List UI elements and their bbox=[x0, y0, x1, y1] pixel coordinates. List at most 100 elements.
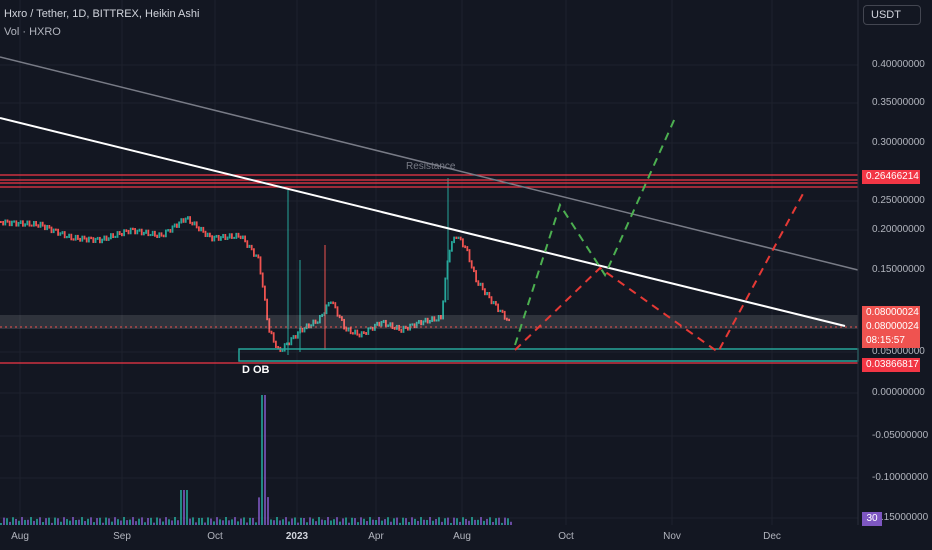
candle bbox=[72, 238, 75, 241]
volume-bar bbox=[0, 523, 2, 525]
candle bbox=[165, 229, 167, 238]
candle bbox=[125, 229, 128, 232]
candle bbox=[19, 220, 22, 224]
volume-bar bbox=[153, 522, 155, 525]
candle bbox=[41, 221, 44, 227]
candle bbox=[52, 228, 55, 234]
candle bbox=[354, 329, 356, 335]
candle bbox=[242, 235, 244, 240]
volume-bar bbox=[45, 518, 47, 525]
candle bbox=[270, 330, 273, 335]
volume-bar bbox=[297, 522, 299, 525]
candle bbox=[2, 221, 4, 226]
main-trendline[interactable] bbox=[0, 117, 846, 327]
volume-bar bbox=[339, 521, 341, 525]
volume-bar bbox=[264, 395, 266, 525]
price-tick: 0.30000000 bbox=[872, 137, 925, 148]
volume-bar bbox=[54, 517, 56, 525]
candle bbox=[231, 233, 233, 239]
candle bbox=[475, 270, 477, 283]
candle bbox=[198, 226, 200, 232]
resistance-zone[interactable] bbox=[0, 174, 858, 188]
candle bbox=[77, 234, 79, 240]
volume-bar bbox=[123, 517, 125, 525]
candle bbox=[74, 234, 77, 241]
candle bbox=[171, 225, 174, 233]
candle bbox=[239, 235, 242, 240]
candle bbox=[24, 223, 26, 227]
volume-bar bbox=[390, 521, 392, 525]
candle bbox=[464, 245, 466, 249]
candle bbox=[325, 304, 328, 315]
volume-legend[interactable]: Vol · HXRO bbox=[4, 26, 61, 38]
candle bbox=[228, 233, 231, 239]
time-tick: Dec bbox=[763, 531, 781, 542]
price-tick: 0.00000000 bbox=[872, 387, 925, 398]
candle bbox=[481, 282, 484, 291]
volume-bar bbox=[156, 517, 158, 525]
volume-bar bbox=[78, 519, 80, 525]
candle bbox=[217, 234, 220, 241]
volume-bar bbox=[402, 517, 404, 525]
volume-bar bbox=[171, 520, 173, 525]
volume-bar bbox=[57, 518, 59, 525]
candle bbox=[8, 220, 11, 227]
volume-bar bbox=[180, 490, 182, 525]
candle bbox=[85, 237, 88, 243]
chart-area[interactable]: Hxro / Tether, 1D, BITTREX, Heikin Ashi … bbox=[0, 0, 932, 550]
volume-bar bbox=[204, 522, 206, 525]
volume-bar bbox=[150, 517, 152, 525]
candle bbox=[103, 235, 106, 241]
volume-bar bbox=[228, 520, 230, 525]
sma-band bbox=[0, 315, 858, 329]
volume-bar bbox=[435, 519, 437, 525]
price-tick: 0.25000000 bbox=[872, 195, 925, 206]
volume-bar bbox=[141, 517, 143, 525]
candle bbox=[248, 244, 251, 248]
volume-bar bbox=[378, 517, 380, 525]
volume-bar bbox=[345, 517, 347, 525]
candle bbox=[235, 232, 238, 239]
volume-bar bbox=[309, 517, 311, 525]
candle bbox=[151, 230, 154, 237]
price-chart[interactable] bbox=[0, 0, 932, 550]
volume-bar bbox=[60, 521, 62, 525]
candle bbox=[257, 254, 260, 259]
volume-bar bbox=[447, 517, 449, 525]
symbol-title[interactable]: Hxro / Tether, 1D, BITTREX, Heikin Ashi bbox=[4, 8, 199, 20]
volume-bar bbox=[111, 521, 113, 525]
price-tick: -0.05000000 bbox=[872, 430, 929, 441]
candle bbox=[292, 335, 295, 340]
volume-bar bbox=[240, 518, 242, 525]
volume-bar bbox=[438, 517, 440, 525]
candle bbox=[101, 238, 103, 244]
volume-bar bbox=[318, 517, 320, 525]
currency-button[interactable]: USDT bbox=[863, 5, 921, 25]
volume-bar bbox=[174, 517, 176, 525]
candle bbox=[327, 301, 330, 307]
candle bbox=[147, 229, 150, 237]
volume-bar bbox=[459, 521, 461, 525]
candle bbox=[363, 331, 365, 334]
volume-bar bbox=[288, 521, 290, 525]
volume-bar bbox=[231, 519, 233, 525]
volume-bar bbox=[444, 518, 446, 525]
volume-bar bbox=[138, 518, 140, 525]
candle bbox=[99, 236, 101, 244]
volume-bar bbox=[483, 520, 485, 525]
volume-bar bbox=[381, 520, 383, 525]
volume-bar bbox=[456, 518, 458, 525]
volume-bar bbox=[99, 517, 101, 525]
candle bbox=[118, 231, 121, 235]
volume-bar bbox=[273, 520, 275, 525]
volume-bar bbox=[120, 520, 122, 525]
order-block-annotation: D OB bbox=[242, 364, 270, 376]
candle bbox=[50, 226, 53, 234]
candle bbox=[215, 234, 218, 238]
candle bbox=[244, 235, 246, 243]
order-block-zone[interactable] bbox=[238, 348, 859, 362]
candle bbox=[448, 249, 451, 263]
volume-bar bbox=[126, 520, 128, 525]
support-price-label: 0.03866817 bbox=[862, 358, 920, 372]
bullish-projection-path[interactable] bbox=[514, 117, 676, 346]
